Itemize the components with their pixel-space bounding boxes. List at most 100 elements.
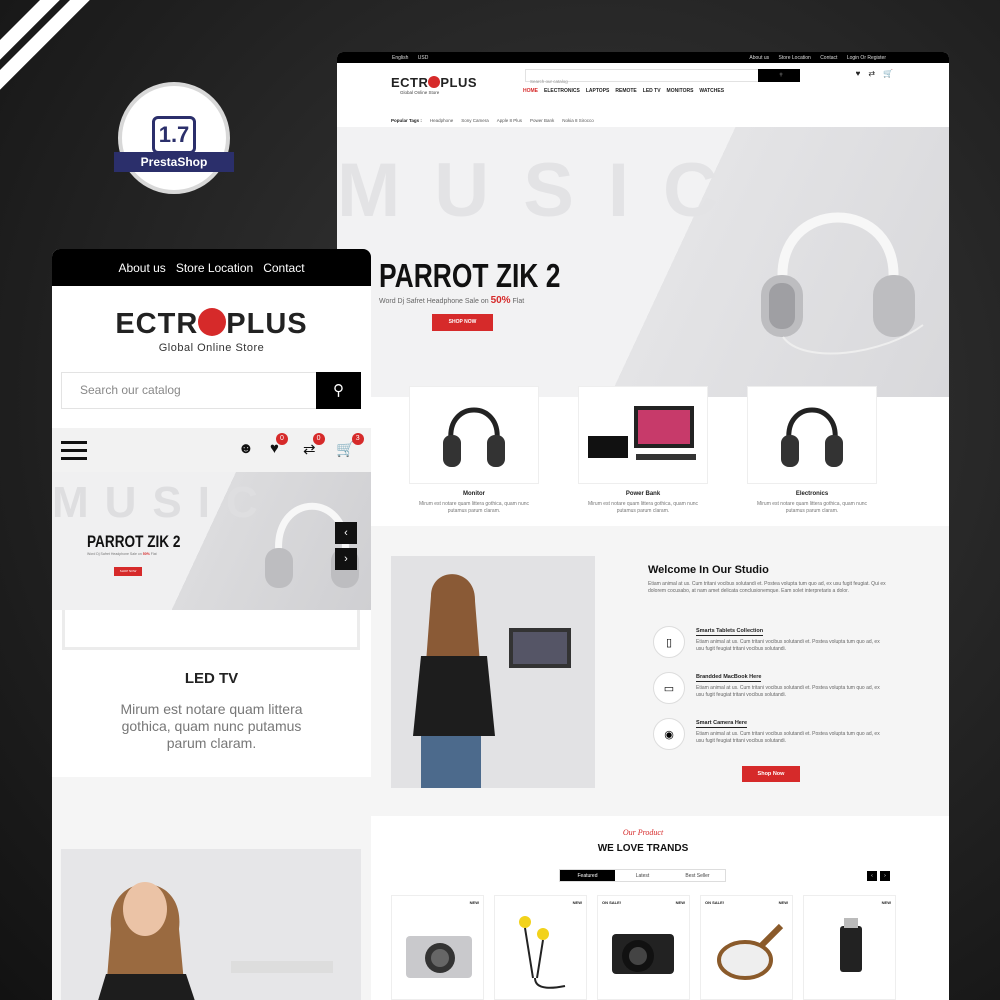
link-about[interactable]: About us [118,261,165,275]
compare-count: 0 [312,433,325,445]
category-row: Monitor Mirum est notare quam littera go… [409,386,877,514]
wishlist-icon[interactable]: ♥ [856,69,861,78]
tab-best-seller[interactable]: Best Seller [670,870,725,881]
search-input[interactable]: Search our catalog ⚲ [525,69,800,84]
next-slide-arrow-icon[interactable]: › [335,548,357,570]
tab-featured[interactable]: Featured [560,870,615,881]
tag-item[interactable]: Nokia 8 Sirocco [562,118,594,123]
tag-item[interactable]: Sony Camera [461,118,489,123]
nav-electronics[interactable]: ELECTRONICS [544,88,580,94]
product-card[interactable]: NEW [803,895,896,1000]
studio-shop-now-button[interactable]: Shop Now [742,766,800,782]
studio-text: Etiam animal at us. Cum tritani vocibus … [648,581,886,595]
link-about[interactable]: About us [749,55,769,61]
cart-icon[interactable]: 🛒 [883,69,893,78]
category-card[interactable]: Monitor Mirum est notare quam littera go… [409,386,539,514]
mobile-topbar: About us Store Location Contact [52,249,371,286]
logo-circle-icon [198,308,227,336]
tag-item[interactable]: Power Bank [530,118,554,123]
link-store-location[interactable]: Store Location [176,261,253,275]
nav-monitors[interactable]: MONITORS [667,88,694,94]
new-badge: NEW [778,900,788,905]
user-icon[interactable]: ☻ [238,440,254,457]
feature-desc: Etiam animal at us. Cum tritani vocibus … [696,685,880,698]
product-card[interactable]: NEW [494,895,587,1000]
studio-title: Welcome In Our Studio [648,564,769,576]
main-nav: HOME ELECTRONICS LAPTOPS REMOTE LED TV M… [523,88,724,94]
speaker-product-image [717,923,784,980]
tag-item[interactable]: Headphone [430,118,453,123]
new-badge: NEW [675,900,685,905]
category-card-frame [62,610,360,650]
mobile-search-button[interactable]: ⚲ [316,372,361,409]
sale-badge: ON SALE! [705,900,725,905]
language-selector[interactable]: English [392,55,408,61]
prestashop-badge: 1.7 PrestaShop [114,82,234,194]
tab-latest[interactable]: Latest [615,870,670,881]
link-contact[interactable]: Contact [820,55,837,61]
link-contact[interactable]: Contact [263,261,304,275]
products-title: WE LOVE TRANDS [597,843,689,854]
hero-discount: 50% [490,295,511,306]
nav-home[interactable]: HOME [523,88,538,94]
new-badge: NEW [572,900,582,905]
wishlist-count: 0 [275,433,288,445]
category-name: Monitor [463,491,485,497]
tags-label: Popular Tags : [391,117,422,123]
feature-desc: Etiam animal at us. Cum tritani vocibus … [696,639,880,652]
nav-watches[interactable]: WATCHES [699,88,724,94]
phone-icon: ▯ [653,626,685,658]
hero-subtitle: Word Dj Safret Headphone Sale on 50% Fla… [379,295,525,306]
logo-tagline: Global Online Store [400,90,440,95]
nav-laptops[interactable]: LAPTOPS [586,88,610,94]
mobile-toolbar: ☻ ♥ 0 ⇄ 0 🛒 3 [52,428,371,472]
mobile-logo[interactable]: ECTR PLUS [52,308,371,341]
hamburger-menu-icon[interactable] [61,441,87,465]
feature-item: ◉ Smart Camera Here Etiam animal at us. … [653,718,893,758]
category-image [578,386,708,484]
feature-title[interactable]: Smart Camera Here [696,720,748,728]
cart-icon[interactable]: 🛒 3 [336,433,364,458]
prestashop-ribbon: PrestaShop [114,152,234,172]
category-card[interactable]: Electronics Mirum est notare quam litter… [747,386,877,514]
wishlist-icon[interactable]: ♥ 0 [270,433,288,457]
mobile-studio-section [52,777,371,1000]
category-image [747,386,877,484]
nav-remote[interactable]: REMOTE [615,88,636,94]
category-card[interactable]: Power Bank Mirum est notare quam littera… [578,386,708,514]
products-section: Our Product WE LOVE TRANDS Featured Late… [337,822,949,1000]
prev-slide-arrow-icon[interactable]: ‹ [335,522,357,544]
desktop-preview: English USD About us Store Location Cont… [337,52,949,1000]
category-image [409,386,539,484]
search-icon: ⚲ [779,72,783,77]
currency-selector[interactable]: USD [418,55,429,61]
product-card[interactable]: ON SALE! NEW [597,895,690,1000]
tag-item[interactable]: Apple 8 Plus [497,118,522,123]
link-store-location[interactable]: Store Location [779,55,811,61]
feature-title[interactable]: Brandded MacBook Here [696,674,762,682]
hero-shop-now-button[interactable]: SHOP NOW [432,314,493,331]
earphones-product-image [519,916,566,989]
compare-icon[interactable]: ⇄ 0 [303,433,325,458]
hero-title: PARROT ZIK 2 [87,532,181,551]
compare-icon[interactable]: ⇄ [868,69,875,78]
search-button[interactable]: ⚲ [758,69,800,82]
hero-shop-now-button[interactable]: SHOP NOW [114,567,142,576]
studio-photo [61,849,361,1000]
mobile-search-input[interactable]: Search our catalog ⚲ [61,372,361,409]
prev-arrow-icon[interactable]: ‹ [867,871,877,881]
link-login[interactable]: Login Or Register [847,55,886,61]
product-card[interactable]: ON SALE! NEW [700,895,793,1000]
products-tag: Our Product [622,828,664,837]
site-logo[interactable]: ECTR PLUS [391,75,477,90]
mobile-preview: About us Store Location Contact ECTR PLUS… [52,249,371,1000]
feature-title[interactable]: Smarts Tablets Collection [696,628,764,636]
cart-count: 3 [351,433,364,445]
product-card[interactable]: NEW [391,895,484,1000]
category-desc: Mirum est notare quam littera gothica, q… [418,501,530,514]
next-arrow-icon[interactable]: › [880,871,890,881]
usb-product-image [840,918,862,972]
sale-badge: ON SALE! [602,900,622,905]
feature-item: ▯ Smarts Tablets Collection Etiam animal… [653,626,893,666]
nav-led-tv[interactable]: LED TV [643,88,661,94]
